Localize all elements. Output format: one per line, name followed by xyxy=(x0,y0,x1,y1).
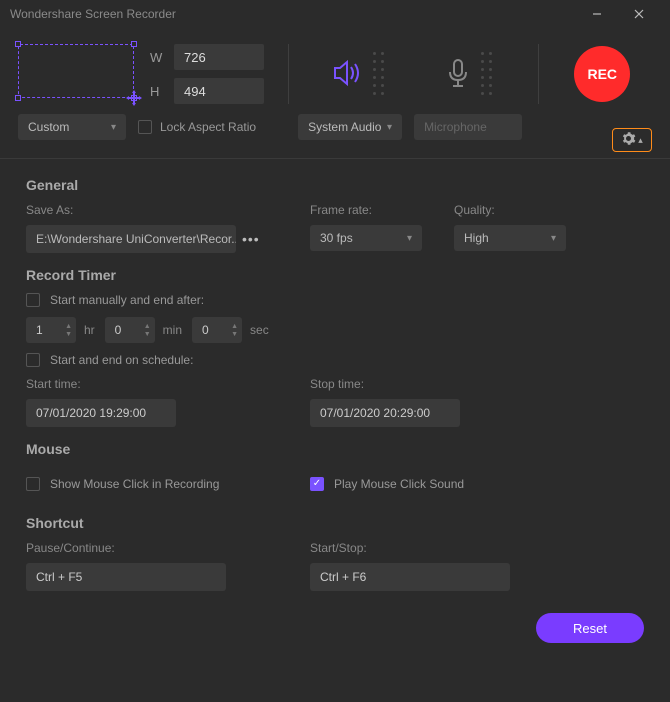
capture-region-preview[interactable] xyxy=(18,44,134,98)
chevron-up-icon[interactable]: ▲ xyxy=(231,323,238,330)
chevron-down-icon: ▾ xyxy=(387,122,392,133)
top-panel: W 726 H 494 xyxy=(0,28,670,114)
settings-body: General Save As: E:\Wondershare UniConve… xyxy=(0,159,670,603)
lock-aspect-checkbox[interactable]: Lock Aspect Ratio xyxy=(138,120,256,134)
window-title: Wondershare Screen Recorder xyxy=(10,7,176,21)
chevron-down-icon[interactable]: ▼ xyxy=(231,331,238,338)
stop-time-input[interactable]: 07/01/2020 20:29:00 xyxy=(310,399,460,427)
startstop-shortcut-input[interactable]: Ctrl + F6 xyxy=(310,563,510,591)
shortcut-heading: Shortcut xyxy=(26,515,644,531)
manual-end-checkbox[interactable]: Start manually and end after: xyxy=(26,293,644,307)
record-button[interactable]: REC xyxy=(574,46,630,102)
pause-shortcut-input[interactable]: Ctrl + F5 xyxy=(26,563,226,591)
titlebar: Wondershare Screen Recorder xyxy=(0,0,670,28)
quality-label: Quality: xyxy=(454,203,584,217)
speaker-icon xyxy=(331,58,365,91)
minimize-button[interactable] xyxy=(576,0,618,28)
minutes-spinner[interactable]: 0 ▲▼ xyxy=(105,317,155,343)
region-mode-select[interactable]: Custom▾ xyxy=(18,114,126,140)
pause-label: Pause/Continue: xyxy=(26,541,296,555)
sec-unit: sec xyxy=(250,323,269,337)
hr-unit: hr xyxy=(84,323,95,337)
settings-toggle-button[interactable]: ▴ xyxy=(612,128,652,152)
save-as-input[interactable]: E:\Wondershare UniConverter\Recor... xyxy=(26,225,236,253)
frame-rate-select[interactable]: 30 fps▾ xyxy=(310,225,422,251)
chevron-down-icon[interactable]: ▼ xyxy=(65,331,72,338)
play-mouse-sound-checkbox[interactable]: Play Mouse Click Sound xyxy=(310,477,644,491)
height-input[interactable]: 494 xyxy=(174,78,264,104)
chevron-up-icon[interactable]: ▲ xyxy=(65,323,72,330)
record-timer-heading: Record Timer xyxy=(26,267,644,283)
stop-time-label: Stop time: xyxy=(310,377,644,391)
width-input[interactable]: 726 xyxy=(174,44,264,70)
startstop-label: Start/Stop: xyxy=(310,541,644,555)
microphone-icon xyxy=(443,56,473,93)
hours-spinner[interactable]: 1 ▲▼ xyxy=(26,317,76,343)
close-button[interactable] xyxy=(618,0,660,28)
chevron-down-icon[interactable]: ▼ xyxy=(144,331,151,338)
width-label: W xyxy=(150,50,164,65)
chevron-down-icon: ▾ xyxy=(111,122,116,133)
seconds-spinner[interactable]: 0 ▲▼ xyxy=(192,317,242,343)
chevron-up-icon[interactable]: ▲ xyxy=(144,323,151,330)
frame-rate-label: Frame rate: xyxy=(310,203,440,217)
move-icon xyxy=(125,89,143,107)
show-mouse-click-checkbox[interactable]: Show Mouse Click in Recording xyxy=(26,477,296,491)
top-subrow: Custom▾ Lock Aspect Ratio System Audio▾ … xyxy=(0,114,670,152)
play-mouse-sound-label: Play Mouse Click Sound xyxy=(334,477,464,491)
gear-icon xyxy=(621,131,636,149)
system-audio-select[interactable]: System Audio▾ xyxy=(298,114,402,140)
mouse-heading: Mouse xyxy=(26,441,644,457)
manual-end-label: Start manually and end after: xyxy=(50,293,204,307)
chevron-down-icon: ▾ xyxy=(407,233,412,244)
microphone-section xyxy=(413,44,523,104)
mic-audio-level xyxy=(481,52,494,97)
chevron-down-icon: ▾ xyxy=(551,233,556,244)
general-heading: General xyxy=(26,177,644,193)
lock-aspect-label: Lock Aspect Ratio xyxy=(160,120,256,134)
start-time-input[interactable]: 07/01/2020 19:29:00 xyxy=(26,399,176,427)
schedule-label: Start and end on schedule: xyxy=(50,353,193,367)
start-time-label: Start time: xyxy=(26,377,296,391)
microphone-select[interactable]: Microphone xyxy=(414,114,522,140)
system-audio-level xyxy=(373,52,386,97)
min-unit: min xyxy=(163,323,182,337)
schedule-checkbox[interactable]: Start and end on schedule: xyxy=(26,353,644,367)
reset-button[interactable]: Reset xyxy=(536,613,644,643)
height-label: H xyxy=(150,84,164,99)
show-mouse-click-label: Show Mouse Click in Recording xyxy=(50,477,219,491)
save-as-label: Save As: xyxy=(26,203,296,217)
quality-select[interactable]: High▾ xyxy=(454,225,566,251)
chevron-up-icon: ▴ xyxy=(638,135,643,146)
browse-button[interactable]: ••• xyxy=(242,231,260,247)
system-audio-section xyxy=(303,44,413,104)
